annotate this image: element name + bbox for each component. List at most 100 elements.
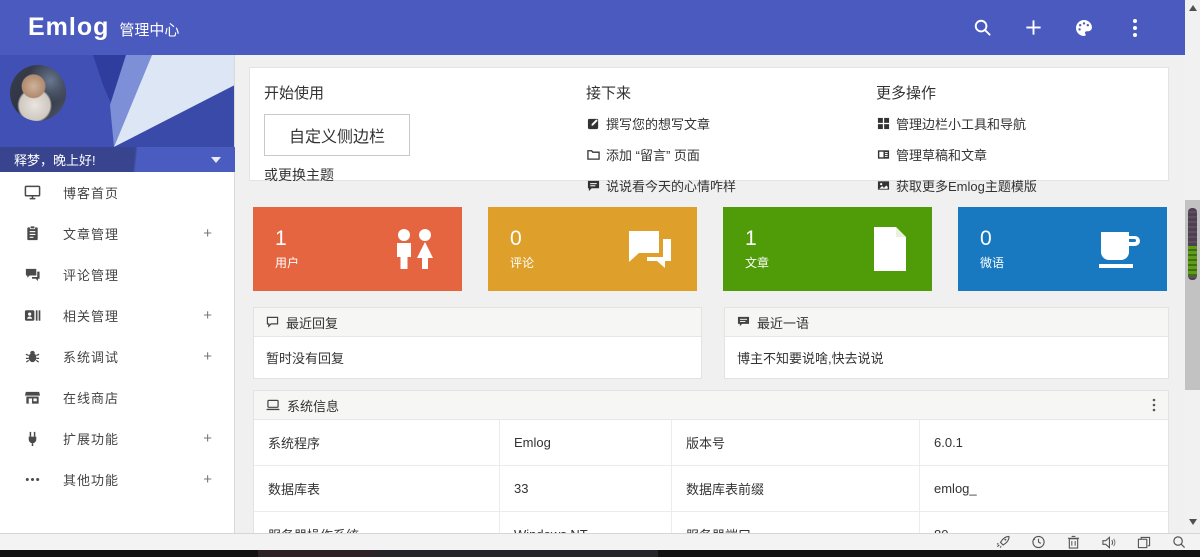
vertical-scrollbar[interactable] — [1185, 0, 1200, 533]
add-icon[interactable] — [1023, 18, 1043, 38]
table-cell: 数据库表 — [254, 466, 500, 511]
table-cell: 系统程序 — [254, 420, 500, 465]
table-cell: 数据库表前缀 — [672, 466, 920, 511]
change-theme-link[interactable]: 或更换主题 — [264, 165, 572, 185]
sidebar-item-label: 扩展功能 — [63, 429, 119, 448]
palette-icon[interactable] — [1074, 18, 1094, 38]
emlog-admin-screen: Emlog 管理中心 — [0, 0, 1200, 557]
emlog-logo: Emlog — [28, 13, 109, 42]
customize-sidebar-button[interactable]: 自定义侧边栏 — [264, 114, 410, 156]
sidebar-item-related-manage[interactable]: 相关管理 + — [0, 295, 234, 336]
table-cell: emlog_ — [920, 466, 1168, 511]
rocket-icon[interactable] — [996, 535, 1011, 549]
windows-icon[interactable] — [1136, 535, 1151, 549]
stat-card-users[interactable]: 1 用户 — [253, 207, 462, 291]
stat-card-tweets[interactable]: 0 微语 — [958, 207, 1167, 291]
sidebar-item-blog-home[interactable]: 博客首页 + — [0, 172, 234, 213]
panel-title: 最近一语 — [757, 313, 809, 332]
manage-widgets-link[interactable]: 管理边栏小工具和导航 — [876, 114, 1162, 133]
recent-replies-body: 暂时没有回复 — [254, 337, 701, 378]
mini-panels: 最近回复 暂时没有回复 最近一语 博主不知要说啥,快去说说 — [253, 307, 1169, 379]
chevron-down-icon — [211, 157, 221, 163]
add-guestbook-page-link[interactable]: 添加 “留言” 页面 — [586, 145, 862, 164]
store-icon — [24, 389, 41, 406]
bug-icon — [24, 348, 41, 365]
link-label: 撰写您的想写文章 — [606, 114, 710, 133]
sidebar-item-extensions[interactable]: 扩展功能 + — [0, 418, 234, 459]
table-cell: Emlog — [500, 420, 672, 465]
search-icon[interactable] — [972, 18, 992, 38]
users-icon — [388, 226, 440, 272]
getting-started-column: 开始使用 自定义侧边栏 或更换主题 — [250, 68, 572, 180]
brand: Emlog 管理中心 — [28, 13, 179, 42]
trash-icon[interactable] — [1066, 535, 1081, 549]
stat-value: 1 — [275, 227, 299, 251]
write-article-link[interactable]: 撰写您的想写文章 — [586, 114, 862, 133]
scroll-up-arrow[interactable] — [1185, 0, 1200, 15]
stat-card-comments[interactable]: 0 评论 — [488, 207, 697, 291]
comment-outline-icon — [266, 316, 279, 328]
next-steps-title: 接下来 — [586, 82, 862, 103]
sidebar-item-system-debug[interactable]: 系统调试 + — [0, 336, 234, 377]
sidebar-item-online-store[interactable]: 在线商店 + — [0, 377, 234, 418]
coffee-icon — [1093, 226, 1145, 272]
sidebar-item-other[interactable]: 其他功能 + — [0, 459, 234, 500]
stat-value: 0 — [980, 227, 1004, 251]
get-themes-link[interactable]: 获取更多Emlog主题模版 — [876, 176, 1162, 195]
history-icon[interactable] — [1031, 535, 1046, 549]
system-info-header: 系统信息 — [254, 391, 1168, 420]
sidebar-item-article-manage[interactable]: 文章管理 + — [0, 213, 234, 254]
greeting-bar[interactable]: 释梦，晚上好! — [0, 147, 235, 172]
volume-icon[interactable] — [1101, 535, 1116, 549]
more-actions-title: 更多操作 — [876, 82, 1162, 103]
post-mood-link[interactable]: 说说看今天的心情咋样 — [586, 176, 862, 195]
table-cell: 33 — [500, 466, 672, 511]
zoom-icon[interactable] — [1171, 535, 1186, 549]
sidebar-item-label: 博客首页 — [63, 183, 119, 202]
panel-title: 最近回复 — [286, 313, 338, 332]
link-label: 说说看今天的心情咋样 — [606, 176, 736, 195]
panel-title: 系统信息 — [287, 396, 339, 415]
user-avatar[interactable] — [10, 65, 66, 121]
newspaper-icon — [876, 148, 890, 162]
stat-value: 1 — [745, 227, 769, 251]
taskbar-segment — [378, 550, 658, 557]
system-info-panel: 系统信息 系统程序 Emlog 版本号 6.0.1 数据库表 33 数据库表前缀… — [253, 390, 1169, 533]
expand-plus: + — [203, 307, 212, 324]
recent-tweet-panel: 最近一语 博主不知要说啥,快去说说 — [724, 307, 1169, 379]
sidebar-item-label: 文章管理 — [63, 224, 119, 243]
admin-center-title: 管理中心 — [119, 19, 179, 40]
scrollbar-thumb[interactable] — [1185, 200, 1200, 390]
sidebar-item-label: 评论管理 — [63, 265, 119, 284]
more-actions-column: 更多操作 管理边栏小工具和导航 管理草稿和文章 — [862, 68, 1162, 180]
sidebar: 释梦，晚上好! 博客首页 + 文章管理 + — [0, 55, 235, 533]
recent-tweet-header: 最近一语 — [725, 308, 1168, 337]
profile-banner — [0, 55, 234, 147]
more-icon[interactable] — [1125, 18, 1145, 38]
expand-plus: + — [203, 430, 212, 447]
stat-text: 1 用户 — [275, 227, 299, 271]
stat-value: 0 — [510, 227, 534, 251]
expand-plus: + — [203, 348, 212, 365]
recent-tweet-body: 博主不知要说啥,快去说说 — [725, 337, 1168, 378]
table-cell: 80 — [920, 512, 1168, 533]
address-card-icon — [24, 307, 41, 324]
table-cell: Windows NT — [500, 512, 672, 533]
stat-card-articles[interactable]: 1 文章 — [723, 207, 932, 291]
welcome-panel: 开始使用 自定义侧边栏 或更换主题 接下来 撰写您的想写文章 添加 “留言” 页… — [249, 67, 1169, 181]
sidebar-item-comment-manage[interactable]: 评论管理 + — [0, 254, 234, 295]
scroll-down-arrow[interactable] — [1185, 514, 1200, 529]
folder-icon — [586, 148, 600, 162]
manage-drafts-link[interactable]: 管理草稿和文章 — [876, 145, 1162, 164]
table-row: 服务器操作系统 Windows NT 服务器端口 80 — [254, 512, 1168, 533]
table-cell: 版本号 — [672, 420, 920, 465]
stat-cards: 1 用户 0 评论 1 文章 — [253, 207, 1169, 291]
sidebar-item-label: 在线商店 — [63, 388, 119, 407]
laptop-icon — [266, 399, 280, 411]
sidebar-menu: 博客首页 + 文章管理 + 评论管理 + — [0, 172, 234, 500]
table-row: 数据库表 33 数据库表前缀 emlog_ — [254, 466, 1168, 512]
panel-more-icon[interactable] — [1152, 398, 1156, 412]
sidebar-item-label: 相关管理 — [63, 306, 119, 325]
clipboard-icon — [24, 225, 41, 242]
taskbar-edge — [0, 550, 1200, 557]
